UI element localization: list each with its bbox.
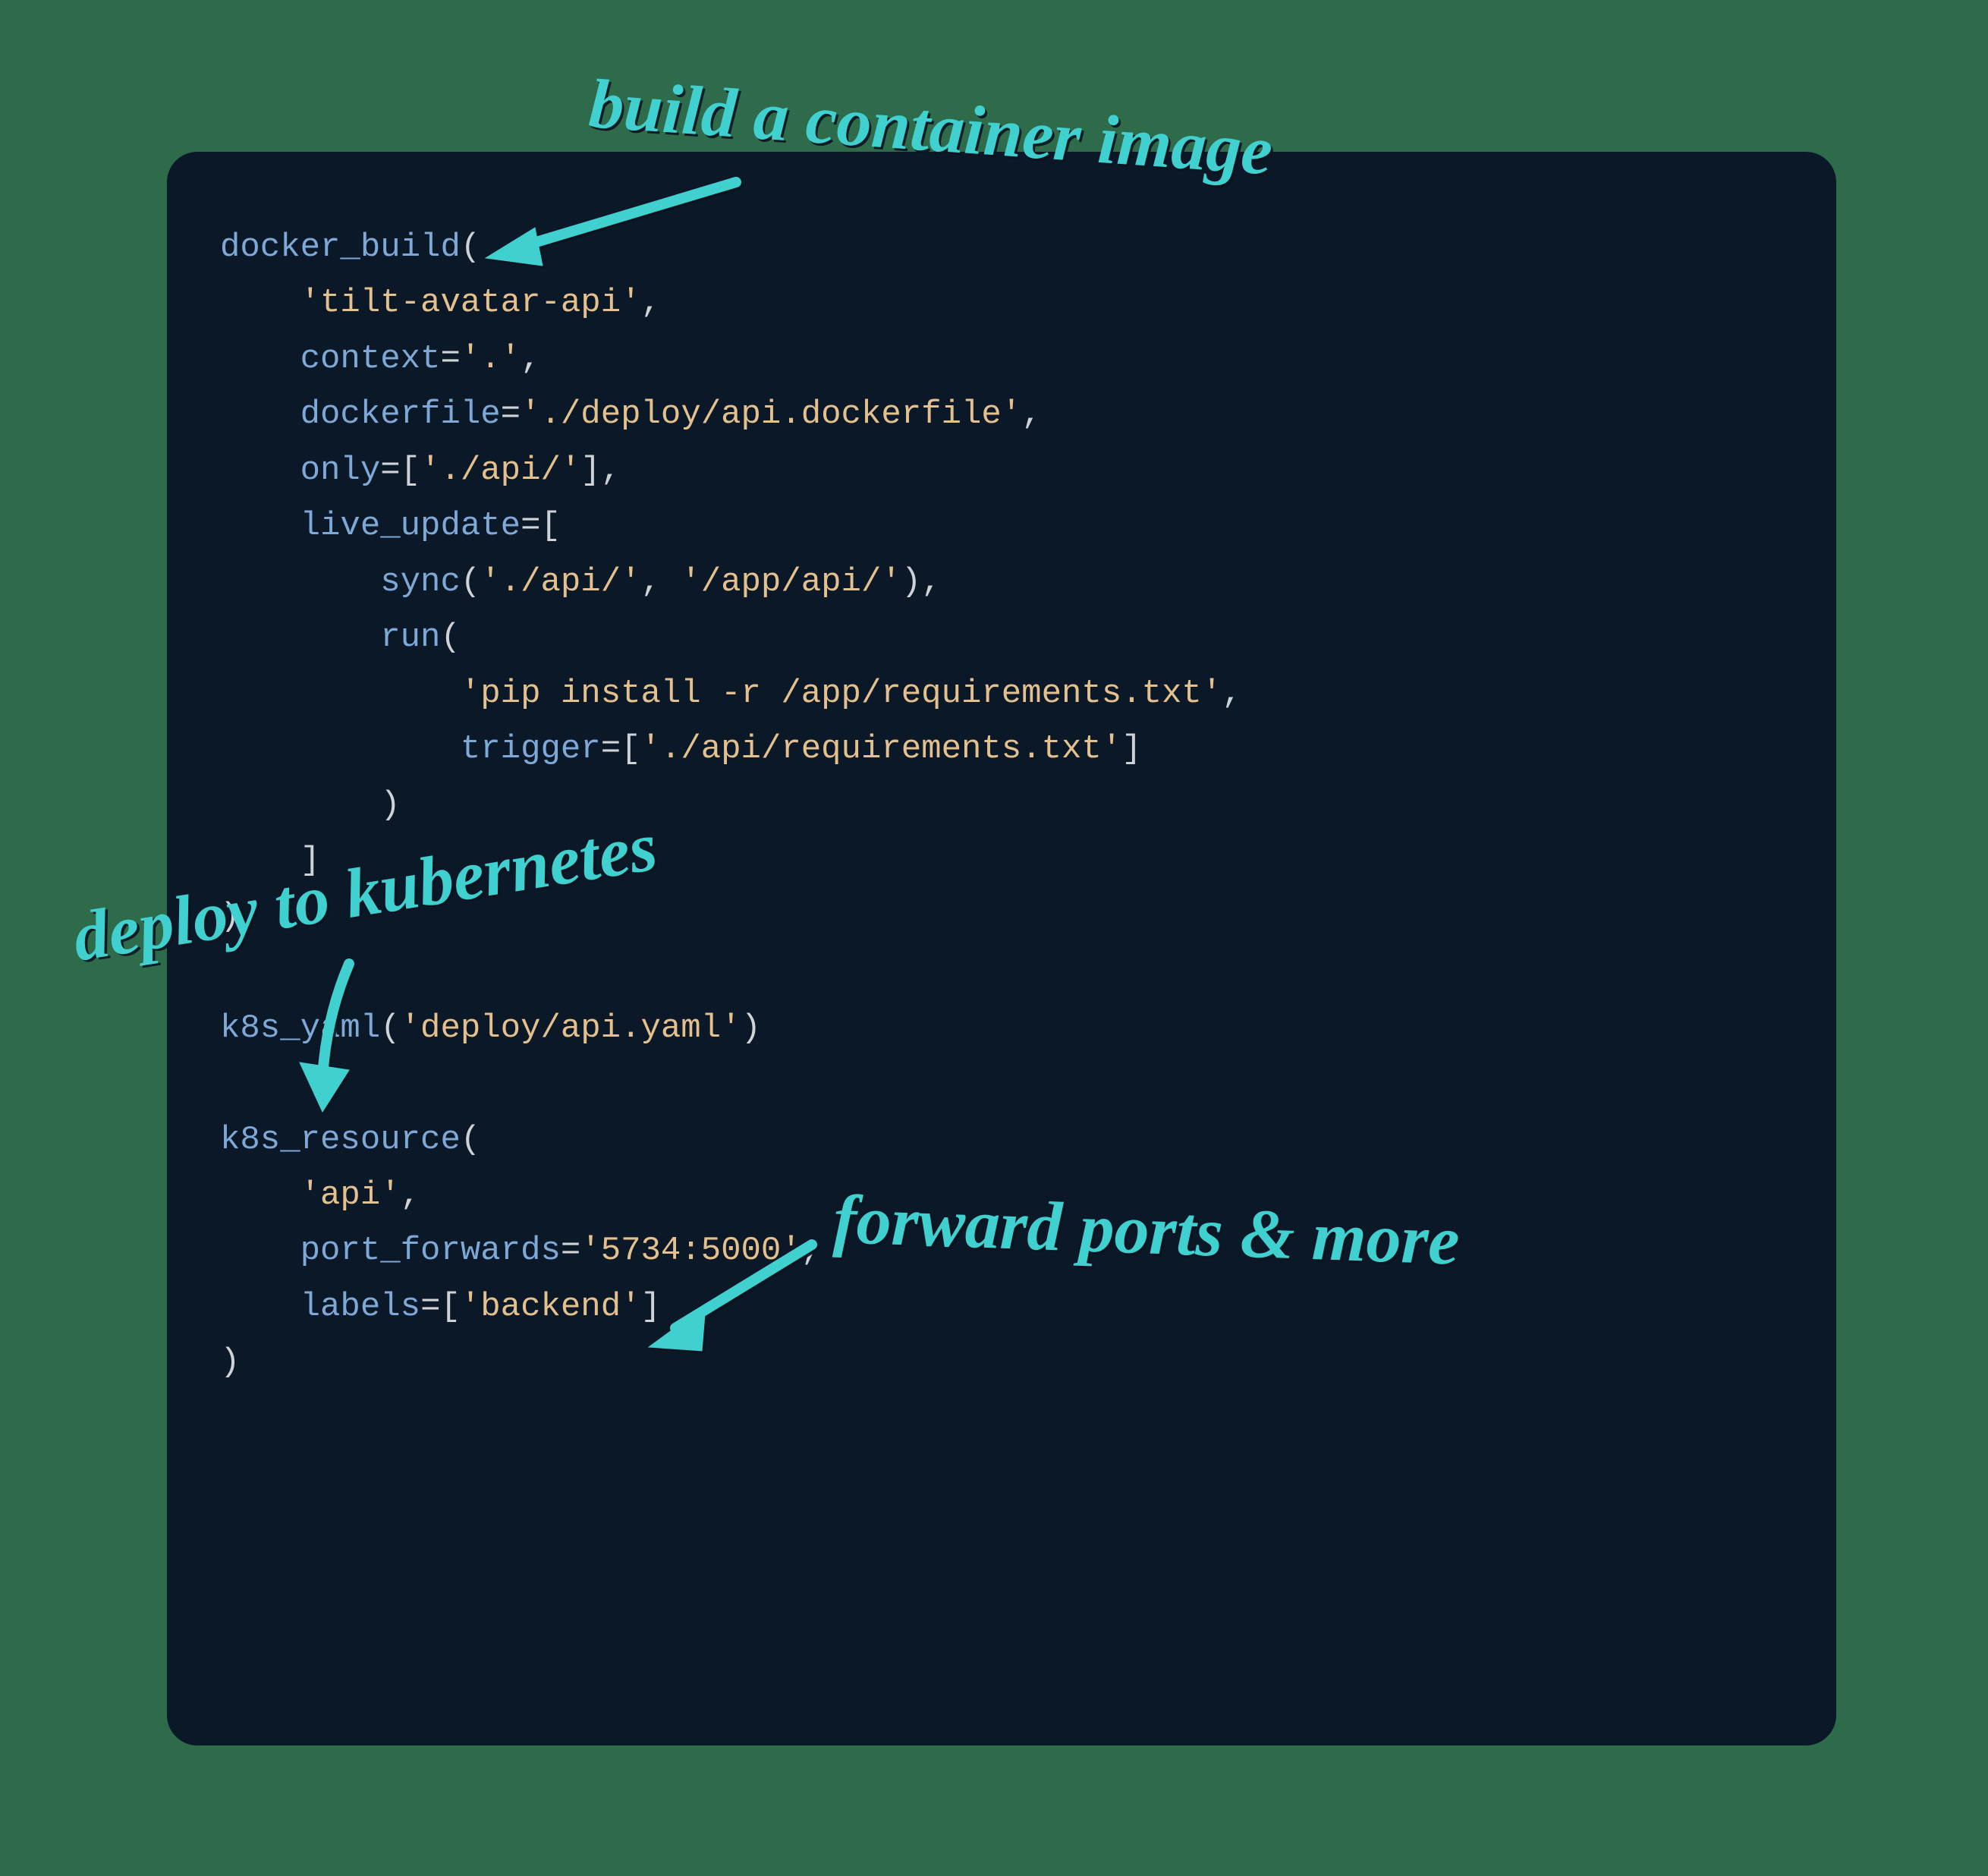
code-token: '.' [461, 340, 521, 378]
code-token: ) [220, 1343, 240, 1381]
code-token: =[ [521, 507, 561, 545]
arrow-icon [622, 1229, 827, 1366]
code-token: ) [741, 1009, 761, 1047]
code-token: dockerfile [300, 395, 501, 433]
code-token: port_forwards [300, 1232, 561, 1270]
code-token [220, 395, 300, 433]
code-token: ) [220, 786, 401, 824]
code-token: 'backend' [461, 1288, 641, 1326]
code-token: ( [461, 563, 480, 601]
code-token: , [1222, 675, 1241, 713]
code-token: run [380, 619, 440, 656]
code-token: = [440, 340, 460, 378]
code-token: 'pip install -r /app/requirements.txt' [461, 675, 1222, 713]
code-token: './api/requirements.txt' [641, 730, 1122, 768]
code-token [220, 340, 300, 378]
code-token: labels [300, 1288, 420, 1326]
arrow-icon [478, 175, 744, 273]
code-token: ], [580, 452, 621, 489]
code-panel: docker_build ( 'tilt-avatar-api', context… [167, 152, 1836, 1745]
code-token: =[ [601, 730, 641, 768]
code-token: , [641, 563, 681, 601]
code-token: ( [461, 1121, 480, 1159]
code-token: live_update [300, 507, 521, 545]
code-token: only [300, 452, 381, 489]
code-token: sync [380, 563, 461, 601]
code-token: './api/' [480, 563, 640, 601]
code-token: ), [901, 563, 942, 601]
stage: docker_build ( 'tilt-avatar-api', context… [0, 0, 1988, 1876]
code-token: docker_build [220, 228, 461, 266]
code-token: k8s_resource [220, 1121, 461, 1159]
code-token: , [521, 340, 540, 378]
code-token: 'deploy/api.yaml' [401, 1009, 741, 1047]
code-token: '/app/api/' [681, 563, 901, 601]
code-token [220, 675, 461, 713]
code-token [220, 1288, 300, 1326]
code-token: = [561, 1232, 580, 1270]
code-token [220, 730, 461, 768]
code-token: , [1021, 395, 1041, 433]
code-token [220, 284, 300, 322]
code-token: './api/' [420, 452, 580, 489]
code-token: , [641, 284, 661, 322]
code-token [220, 1232, 300, 1270]
code-token [220, 507, 300, 545]
code-token: context [300, 340, 441, 378]
code-token: 'tilt-avatar-api' [300, 284, 641, 322]
code-token [220, 619, 380, 656]
arrow-icon [281, 956, 395, 1123]
code-token: = [501, 395, 521, 433]
code-token: trigger [461, 730, 601, 768]
code-token [220, 452, 300, 489]
code-token: ( [440, 619, 460, 656]
code-token [220, 1176, 300, 1214]
code-token: =[ [380, 452, 420, 489]
code-token: , [401, 1176, 420, 1214]
code-token: 'api' [300, 1176, 401, 1214]
code-token [220, 563, 380, 601]
code-token: './deploy/api.dockerfile' [521, 395, 1021, 433]
code-token: =[ [420, 1288, 461, 1326]
code-token: ] [1121, 730, 1141, 768]
